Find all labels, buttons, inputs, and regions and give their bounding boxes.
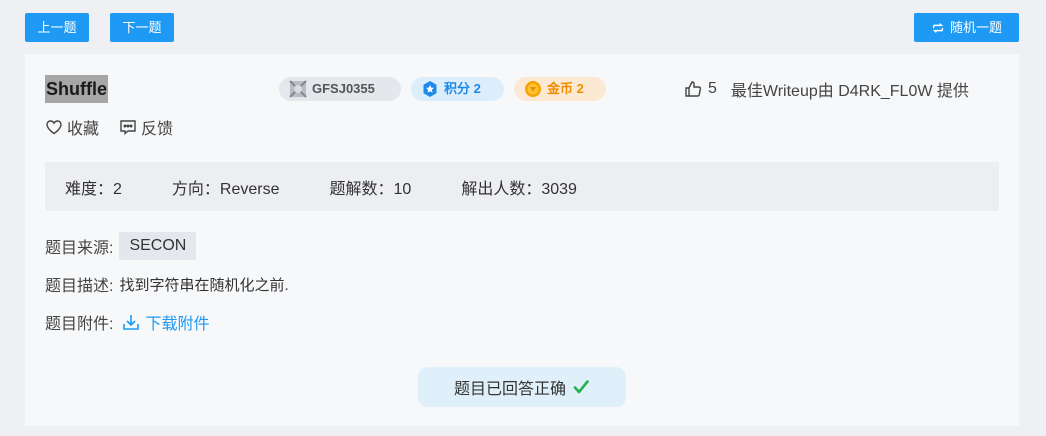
badge-icon [289, 80, 307, 98]
challenge-id-tag: GFSJ0355 [279, 77, 401, 101]
random-challenge-button[interactable]: 随机一题 [914, 13, 1019, 42]
random-challenge-label: 随机一题 [949, 20, 1002, 35]
likes-count: 5 [708, 80, 717, 97]
favorite-button[interactable]: 收藏 [45, 116, 99, 138]
challenge-card: Shuffle GFSJ0355 积分 2 金币 2 5 最佳Writeup由 … [25, 54, 1019, 426]
best-writeup-text[interactable]: 最佳Writeup由 D4RK_FL0W 提供 [731, 77, 969, 101]
feedback-button[interactable]: 反馈 [119, 116, 173, 138]
challenge-stats: 难度：2 方向：Reverse 题解数：10 解出人数：3039 [45, 162, 999, 211]
challenge-actions: 收藏 反馈 [45, 116, 173, 138]
star-badge-icon [423, 81, 437, 97]
direction-stat: 方向：Reverse [171, 180, 280, 198]
coin-text: 金币 2 [547, 81, 584, 96]
difficulty-stat: 难度：2 [65, 180, 122, 198]
check-icon [573, 380, 589, 394]
solver-count-stat: 解出人数：3039 [461, 180, 577, 198]
source-row: 题目来源: SECON [45, 232, 197, 260]
prev-challenge-button[interactable]: 上一题 [25, 13, 89, 42]
attachment-label: 题目附件: [45, 316, 114, 333]
description-label: 题目描述: [45, 278, 114, 295]
likes-writeup-info: 5 最佳Writeup由 D4RK_FL0W 提供 [684, 77, 969, 101]
favorite-label: 收藏 [67, 121, 100, 138]
description-text: 找到字符串在随机化之前. [119, 276, 289, 294]
score-text: 积分 2 [444, 81, 481, 96]
answered-text: 题目已回答正确 [453, 381, 566, 398]
writeup-count-stat: 题解数：10 [329, 180, 412, 198]
next-challenge-button[interactable]: 下一题 [110, 13, 174, 42]
source-chip: SECON [119, 232, 197, 260]
download-icon [123, 315, 140, 330]
top-toolbar: 上一题 下一题 随机一题 [0, 0, 1046, 54]
coin-icon [525, 81, 541, 97]
answered-correct-badge: 题目已回答正确 [418, 367, 626, 407]
download-attachment-link[interactable]: 下载附件 [121, 310, 209, 334]
shuffle-icon [932, 22, 944, 33]
feedback-icon [120, 120, 136, 135]
challenge-id-text: GFSJ0355 [312, 81, 375, 96]
challenge-title: Shuffle [45, 75, 108, 103]
download-attachment-label: 下载附件 [145, 316, 210, 333]
thumbs-up-icon[interactable] [684, 80, 702, 98]
heart-icon [46, 120, 62, 135]
attachment-row: 题目附件: 下载附件 [45, 311, 209, 333]
feedback-label: 反馈 [141, 121, 174, 138]
score-tag: 积分 2 [411, 77, 504, 101]
description-row: 题目描述: 找到字符串在随机化之前. [45, 273, 289, 296]
source-label: 题目来源: [45, 240, 114, 257]
coin-tag: 金币 2 [514, 77, 606, 101]
